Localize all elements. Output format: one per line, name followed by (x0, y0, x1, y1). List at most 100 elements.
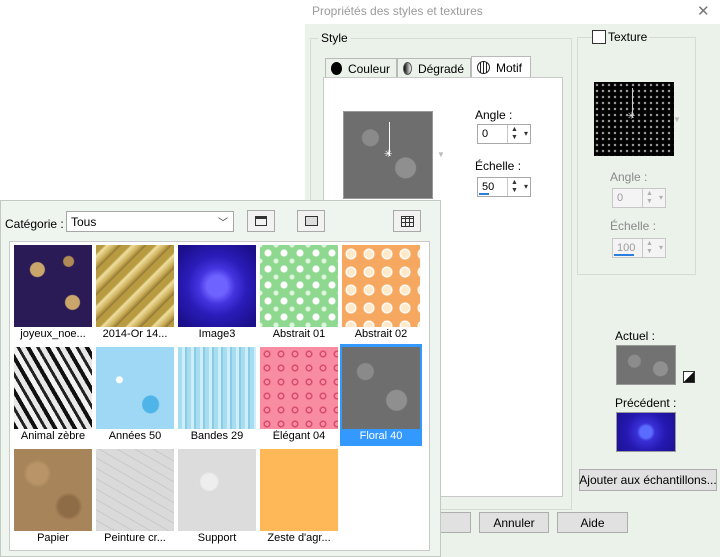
crackle-paint-pattern-swatch (96, 449, 174, 531)
angle-label: Angle : (475, 108, 513, 122)
pattern-item[interactable]: Support (176, 446, 258, 548)
previous-label: Précédent : (615, 396, 677, 410)
pattern-item-label: Animal zèbre (20, 430, 86, 442)
angle-spinner[interactable]: 0 ▲ ▼ ▾ (477, 124, 531, 144)
help-button[interactable]: Aide (557, 512, 628, 533)
scale-spinner[interactable]: 50 ▲ ▼ ▾ (477, 177, 531, 197)
citrus-pattern-swatch (260, 449, 338, 531)
pattern-item-label: 2014-Or 14... (102, 328, 168, 340)
pattern-item[interactable]: Abstrait 01 (258, 242, 340, 344)
pattern-item-label: Floral 40 (359, 430, 403, 442)
texture-angle-value: 0 (617, 192, 624, 204)
support-pattern-swatch (178, 449, 256, 531)
dialog-title: Propriétés des styles et textures (312, 4, 483, 18)
pattern-item[interactable]: Bandes 29 (176, 344, 258, 446)
texture-scale-level-bar (614, 254, 634, 256)
dropdown-arrow-icon[interactable]: ▾ (659, 243, 663, 252)
blue-radial-pattern-swatch (178, 245, 256, 327)
spin-up-icon[interactable]: ▲ (510, 126, 519, 134)
pattern-item[interactable]: Peinture cr... (94, 446, 176, 548)
pattern-item[interactable]: Image3 (176, 242, 258, 344)
gradient-circle-icon (403, 62, 412, 75)
pattern-item[interactable]: 2014-Or 14... (94, 242, 176, 344)
pattern-item-label: Années 50 (108, 430, 162, 442)
green-dots-pattern-swatch (260, 245, 338, 327)
tab-couleur[interactable]: Couleur (325, 58, 397, 78)
spin-down-icon[interactable]: ▼ (510, 187, 519, 195)
pattern-item-label: Bandes 29 (190, 430, 244, 442)
category-value: Tous (71, 215, 97, 229)
swap-styles-icon[interactable] (683, 371, 695, 383)
tab-label: Motif (496, 60, 523, 75)
dropdown-arrow-icon[interactable]: ▾ (524, 182, 528, 191)
scale-value: 50 (482, 181, 495, 193)
current-swatch[interactable] (616, 345, 676, 385)
tab-label: Couleur (347, 61, 390, 76)
view-grid-icon[interactable] (393, 210, 421, 232)
spin-up-icon[interactable]: ▲ (645, 190, 654, 198)
spin-down-icon[interactable]: ▼ (510, 134, 519, 142)
pattern-item-label: Papier (37, 532, 69, 544)
scale-label: Échelle : (475, 159, 522, 173)
view-large-icon[interactable] (247, 210, 275, 232)
angle-handle-icon[interactable]: ✳ (384, 149, 392, 160)
pattern-item[interactable]: Élégant 04 (258, 344, 340, 446)
style-group-label: Style (318, 31, 351, 45)
tab-degrade[interactable]: Dégradé (397, 58, 471, 78)
pattern-item-label: Zeste d'agr... (267, 532, 331, 544)
orange-dots-pattern-swatch (342, 245, 420, 327)
chevron-down-icon: ﹀ (218, 218, 228, 229)
pattern-item-label: Peinture cr... (104, 532, 166, 544)
texture-angle-handle-icon[interactable]: ✳ (627, 111, 635, 122)
pattern-item-label: Image3 (198, 328, 236, 340)
preview-scroll-arrow: ▼ (437, 150, 445, 159)
christmas-pattern-swatch (14, 245, 92, 327)
pattern-item[interactable]: Abstrait 02 (340, 242, 422, 344)
globe-pattern-icon (477, 61, 490, 74)
previous-swatch[interactable] (616, 412, 676, 452)
gold-stripes-pattern-swatch (96, 245, 174, 327)
spin-up-icon[interactable]: ▲ (510, 179, 519, 187)
blue-stripes-pattern-swatch (178, 347, 256, 429)
pattern-grid: joyeux_noe... 2014-Or 14... Image3 Abstrait… (9, 241, 430, 551)
current-label: Actuel : (615, 329, 656, 343)
texture-angle-label: Angle : (610, 170, 648, 184)
category-label: Catégorie : (5, 217, 64, 231)
texture-checkbox-label: Texture (606, 30, 650, 44)
pattern-item-label: joyeux_noe... (20, 328, 86, 340)
scale-level-bar (479, 193, 489, 195)
spin-down-icon[interactable]: ▼ (645, 248, 654, 256)
pattern-item[interactable]: Années 50 (94, 344, 176, 446)
add-to-swatches-button[interactable]: Ajouter aux échantillons... (579, 469, 717, 491)
texture-checkbox[interactable] (592, 30, 606, 44)
paper-pattern-swatch (14, 449, 92, 531)
grey-floral-pattern-swatch (342, 347, 420, 429)
pattern-item[interactable]: joyeux_noe... (12, 242, 94, 344)
pattern-item[interactable]: Zeste d'agr... (258, 446, 340, 548)
pattern-item-label: Support (197, 532, 237, 544)
pattern-picker-popup: Catégorie : Tous ﹀ joyeux_noe... 2014-Or … (0, 200, 441, 557)
retro-blue-pattern-swatch (96, 347, 174, 429)
cancel-button[interactable]: Annuler (479, 512, 549, 533)
category-select[interactable]: Tous ﹀ (66, 211, 234, 232)
spin-up-icon[interactable]: ▲ (645, 240, 654, 248)
pattern-item-label: Élégant 04 (272, 430, 326, 442)
pattern-item-label: Abstrait 01 (272, 328, 326, 340)
pattern-item[interactable]: Animal zèbre (12, 344, 94, 446)
tab-motif[interactable]: Motif (471, 56, 531, 78)
pattern-item[interactable]: Papier (12, 446, 94, 548)
pink-swirl-pattern-swatch (260, 347, 338, 429)
dropdown-arrow-icon[interactable]: ▾ (659, 193, 663, 202)
open-folder-icon[interactable] (297, 210, 325, 232)
texture-scale-value: 100 (617, 242, 636, 254)
texture-angle-spinner[interactable]: 0 ▲ ▼ ▾ (612, 188, 666, 208)
texture-scale-spinner[interactable]: 100 ▲ ▼ ▾ (612, 238, 666, 258)
title-bar: Propriétés des styles et textures ✕ (305, 0, 720, 24)
texture-scale-label: Échelle : (610, 219, 657, 233)
dropdown-arrow-icon[interactable]: ▾ (524, 129, 528, 138)
texture-scroll-arrow: ▼ (673, 115, 681, 124)
pattern-item[interactable]: Floral 40 (340, 344, 422, 446)
angle-value: 0 (482, 128, 489, 140)
spin-down-icon[interactable]: ▼ (645, 198, 654, 206)
close-icon[interactable]: ✕ (697, 2, 710, 20)
